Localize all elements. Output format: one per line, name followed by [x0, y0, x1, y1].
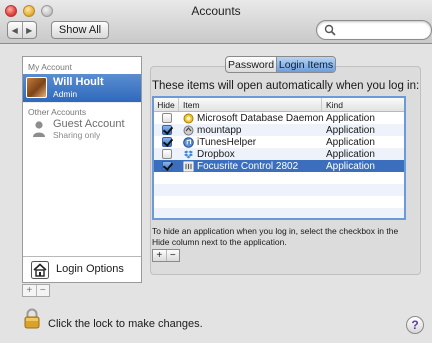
- item-kind: Application: [326, 124, 375, 136]
- mountapp-icon: [183, 125, 194, 135]
- help-button[interactable]: ?: [406, 316, 424, 334]
- login-options-label: Login Options: [56, 263, 124, 275]
- accounts-sidebar: My Account Will Hoult Admin Other Accoun…: [22, 56, 142, 283]
- item-name: mountapp: [197, 124, 242, 136]
- add-login-item-button[interactable]: +: [153, 250, 166, 261]
- avatar: [26, 77, 47, 98]
- forward-button[interactable]: ▶: [21, 22, 37, 38]
- hide-checkbox[interactable]: [161, 149, 172, 159]
- column-header-item[interactable]: Item: [179, 98, 322, 111]
- hide-checkbox[interactable]: [161, 161, 172, 171]
- dropbox-icon: [184, 150, 193, 158]
- table-header: Hide Item Kind: [154, 98, 404, 112]
- toolbar: Accounts ◀ ▶ Show All: [0, 0, 432, 44]
- back-button[interactable]: ◀: [8, 22, 22, 38]
- tab-bar: Password Login Items: [225, 56, 336, 73]
- user-role: Admin: [53, 89, 78, 99]
- sidebar-item-will-hoult[interactable]: Will Hoult Admin: [23, 74, 141, 102]
- login-items-intro: These items will open automatically when…: [152, 80, 420, 92]
- item-name: iTunesHelper: [197, 136, 257, 148]
- account-add-remove: + −: [22, 284, 50, 297]
- column-header-kind[interactable]: Kind: [322, 98, 404, 111]
- window-title: Accounts: [191, 4, 241, 18]
- item-kind: Application: [326, 148, 375, 160]
- login-item-add-remove: + −: [152, 249, 180, 262]
- login-options-item[interactable]: Login Options: [23, 256, 141, 282]
- item-kind: Application: [326, 160, 375, 172]
- show-all-button[interactable]: Show All: [51, 21, 109, 39]
- table-row[interactable]: iTunesHelper Application: [154, 136, 404, 148]
- table-row-selected[interactable]: Focusrite Control 2802 Application: [154, 160, 404, 172]
- microsoft-db-icon: [183, 113, 194, 123]
- user-name: Will Hoult: [53, 76, 104, 88]
- accounts-window: Accounts ◀ ▶ Show All My Account Will Ho…: [0, 0, 432, 343]
- hide-hint-text: To hide an application when you log in, …: [152, 226, 399, 247]
- tab-password[interactable]: Password: [226, 57, 276, 72]
- item-name: Dropbox: [197, 148, 235, 160]
- hide-checkbox[interactable]: [161, 113, 172, 123]
- search-icon: [324, 24, 336, 36]
- tab-login-items[interactable]: Login Items: [276, 57, 335, 72]
- column-header-hide[interactable]: Hide: [154, 98, 179, 111]
- focusrite-icon: [183, 161, 194, 171]
- login-items-table: Hide Item Kind Microsoft Database Daemon…: [152, 96, 406, 220]
- remove-login-item-button[interactable]: −: [165, 250, 180, 261]
- house-icon: [31, 261, 49, 279]
- table-row[interactable]: Dropbox Application: [154, 148, 404, 160]
- other-accounts-header: Other Accounts: [23, 102, 141, 117]
- hide-checkbox[interactable]: [161, 125, 172, 135]
- back-forward-control: ◀ ▶: [7, 21, 37, 39]
- table-row[interactable]: Microsoft Database Daemon Application: [154, 112, 404, 124]
- table-row[interactable]: mountapp Application: [154, 124, 404, 136]
- add-account-button[interactable]: +: [23, 285, 36, 296]
- lock-message: Click the lock to make changes.: [48, 318, 203, 330]
- search-input[interactable]: [316, 20, 432, 40]
- item-kind: Application: [326, 136, 375, 148]
- item-kind: Application: [326, 112, 375, 124]
- lock-icon[interactable]: [24, 308, 40, 329]
- item-name: Focusrite Control 2802: [197, 160, 299, 172]
- item-name: Microsoft Database Daemon: [197, 112, 324, 124]
- itunes-icon: [183, 136, 194, 148]
- remove-account-button[interactable]: −: [35, 285, 50, 296]
- user-silhouette-icon: [33, 121, 45, 137]
- guest-account-status: Sharing only: [53, 130, 101, 140]
- my-account-header: My Account: [28, 62, 72, 72]
- sidebar-item-guest-account[interactable]: Guest Account Sharing only: [23, 117, 141, 145]
- hide-checkbox[interactable]: [161, 137, 172, 147]
- guest-account-name: Guest Account: [53, 118, 125, 130]
